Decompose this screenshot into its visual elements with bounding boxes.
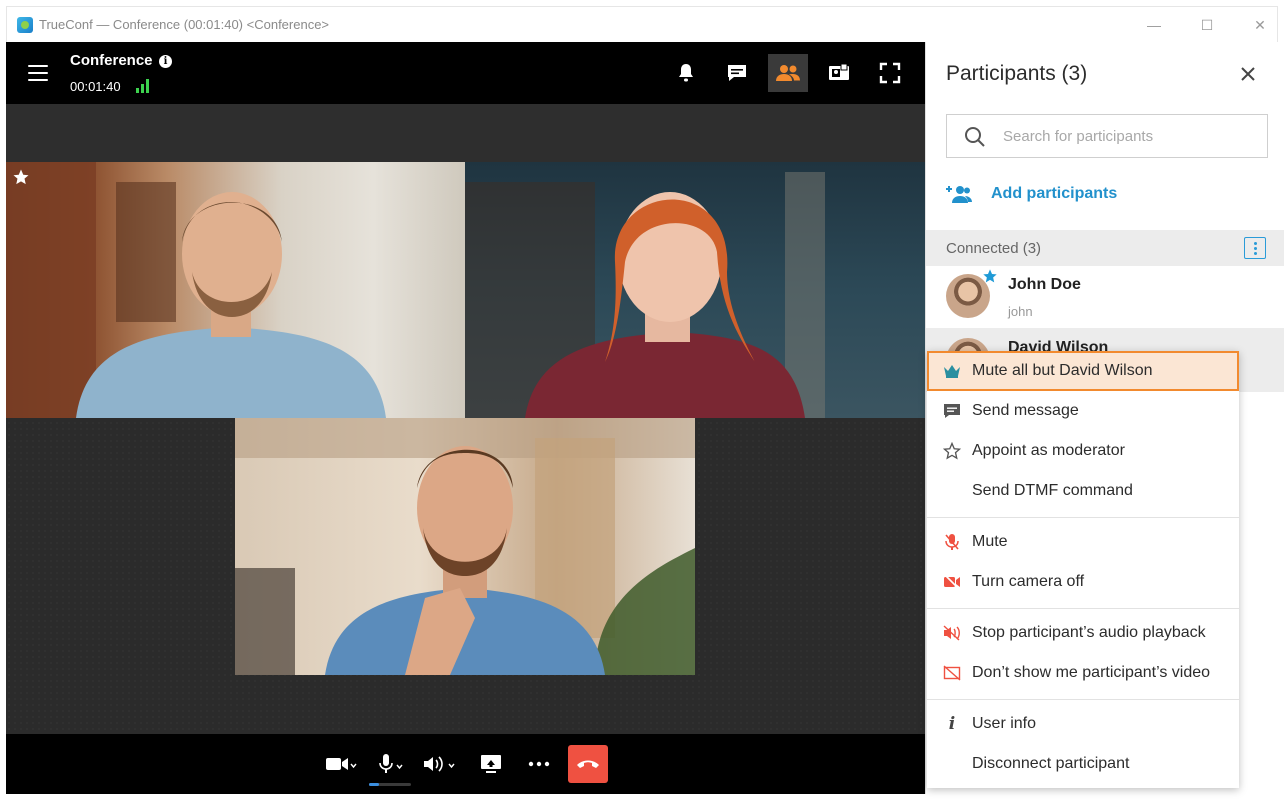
menu-item-label: Turn camera off <box>972 573 1085 590</box>
trueconf-logo-icon <box>17 17 33 33</box>
camera-icon <box>326 758 357 770</box>
add-user-icon <box>946 186 972 203</box>
john-doe-video-frame <box>6 162 386 418</box>
speaker-button[interactable] <box>418 748 460 780</box>
microphone-icon <box>379 754 403 773</box>
panel-title: Participants (3) <box>946 62 1088 85</box>
conference-topbar: Conference i 00:01:40 <box>6 42 925 104</box>
menu-item-label: Don’t show me participant’s video <box>972 664 1211 681</box>
more-button[interactable] <box>524 748 554 780</box>
participant-row[interactable]: John Doe john <box>926 268 1284 328</box>
camera-off-icon <box>944 574 960 590</box>
participants-icon <box>776 65 800 81</box>
menu-divider <box>927 608 1239 609</box>
appoint-moderator-item[interactable]: Appoint as moderator <box>927 431 1239 471</box>
end-call-button[interactable] <box>568 745 608 783</box>
message-icon <box>944 404 960 418</box>
layout-strip <box>6 104 925 162</box>
connected-group-label: Connected (3) <box>946 240 1042 257</box>
speaker-off-icon <box>943 625 960 641</box>
share-screen-button[interactable] <box>476 748 506 780</box>
owner-star-icon <box>13 169 29 185</box>
content-icon <box>829 63 849 80</box>
notifications-button[interactable] <box>666 54 706 92</box>
crown-icon <box>944 365 960 378</box>
video-tile-david-wilson[interactable] <box>235 418 695 675</box>
info-icon[interactable]: i <box>159 55 172 68</box>
send-message-item[interactable]: Send message <box>927 391 1239 431</box>
camera-button[interactable] <box>321 748 361 780</box>
minimize-button[interactable]: — <box>1139 13 1169 37</box>
info-italic-icon: i <box>948 714 956 734</box>
menu-item-label: Appoint as moderator <box>972 442 1125 459</box>
participant-context-menu: Mute all but David Wilson Send message A… <box>927 351 1239 788</box>
menu-item-label: User info <box>972 715 1037 732</box>
female-video-frame <box>465 172 825 418</box>
mute-item[interactable]: Mute <box>927 522 1239 562</box>
send-dtmf-item[interactable]: Send DTMF command <box>927 471 1239 511</box>
conference-name: Conference <box>70 52 153 69</box>
more-icon <box>528 761 550 767</box>
close-icon <box>1241 67 1255 81</box>
close-window-button[interactable]: ✕ <box>1245 13 1275 37</box>
maximize-button[interactable]: ☐ <box>1192 13 1222 37</box>
speaker-icon <box>424 756 455 772</box>
menu-item-label: Stop participant’s audio playback <box>972 624 1206 641</box>
participant-name: John Doe <box>1008 276 1081 293</box>
end-call-icon <box>577 760 599 768</box>
menu-icon[interactable] <box>28 65 48 81</box>
mic-level-indicator <box>369 783 411 786</box>
search-input[interactable] <box>1003 125 1253 147</box>
video-tile-female-participant[interactable] <box>465 162 925 418</box>
fullscreen-icon <box>879 62 901 84</box>
stop-audio-playback-item[interactable]: Stop participant’s audio playback <box>927 613 1239 653</box>
menu-item-label: Disconnect participant <box>972 755 1130 772</box>
turn-camera-off-item[interactable]: Turn camera off <box>927 562 1239 602</box>
chat-icon <box>728 65 746 81</box>
close-panel-button[interactable] <box>1236 62 1260 86</box>
user-info-item[interactable]: i User info <box>927 704 1239 744</box>
bell-icon <box>679 64 693 82</box>
window-titlebar: TrueConf — Conference (00:01:40) <Confer… <box>6 6 1278 42</box>
microphone-button[interactable] <box>370 748 410 780</box>
search-icon <box>965 127 985 147</box>
call-controls-bar <box>6 734 925 794</box>
chat-button[interactable] <box>717 54 757 92</box>
video-area: Conference i 00:01:40 <box>6 42 925 794</box>
star-outline-icon <box>943 442 961 460</box>
hide-participant-video-item[interactable]: Don’t show me participant’s video <box>927 653 1239 693</box>
video-hide-icon <box>943 665 961 681</box>
menu-divider <box>927 699 1239 700</box>
mute-all-but-item[interactable]: Mute all but David Wilson <box>927 351 1239 391</box>
participant-login: john <box>1008 304 1033 319</box>
share-screen-icon <box>481 755 501 773</box>
mic-off-icon <box>945 534 959 550</box>
participants-button[interactable] <box>768 54 808 92</box>
content-sharing-button[interactable] <box>819 54 859 92</box>
signal-strength-icon <box>136 79 152 93</box>
video-tile-john-doe[interactable] <box>6 162 465 418</box>
disconnect-participant-item[interactable]: Disconnect participant <box>927 744 1239 784</box>
add-participants-label: Add participants <box>991 185 1118 202</box>
owner-star-icon <box>983 269 997 283</box>
participant-search[interactable] <box>946 114 1268 158</box>
david-wilson-video-frame <box>235 418 695 675</box>
menu-item-label: Send message <box>972 402 1079 419</box>
add-participants-button[interactable]: Add participants <box>946 182 1117 206</box>
window-title: TrueConf — Conference (00:01:40) <Confer… <box>39 17 330 32</box>
menu-divider <box>927 517 1239 518</box>
fullscreen-button[interactable] <box>870 54 910 92</box>
group-more-icon[interactable] <box>1244 237 1266 259</box>
menu-item-label: Send DTMF command <box>972 482 1133 499</box>
conference-timer: 00:01:40 <box>70 79 121 94</box>
menu-item-label: Mute all but David Wilson <box>972 362 1153 379</box>
connected-group-header[interactable]: Connected (3) <box>926 230 1284 266</box>
menu-item-label: Mute <box>972 533 1008 550</box>
